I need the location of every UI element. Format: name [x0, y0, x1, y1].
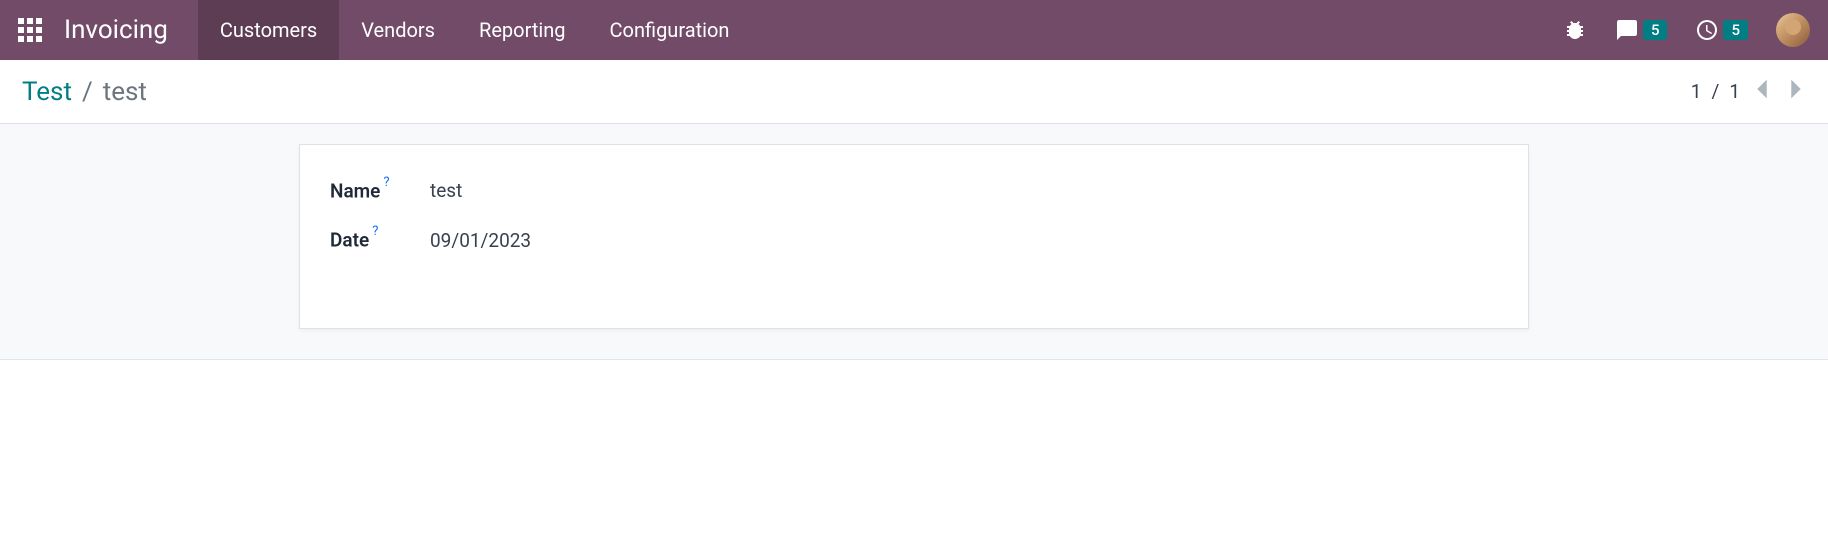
breadcrumb: Test / test	[22, 77, 147, 107]
pager-next-icon[interactable]	[1784, 74, 1808, 109]
activities-badge: 5	[1723, 20, 1748, 40]
menu-vendors[interactable]: Vendors	[339, 0, 457, 60]
nav-right: 5 5	[1563, 13, 1810, 47]
content-area: Name? test Date? 09/01/2023	[0, 124, 1828, 360]
pager-prev-icon[interactable]	[1750, 74, 1774, 109]
date-label-text: Date	[330, 229, 369, 252]
field-row-date: Date? 09/01/2023	[330, 228, 1498, 251]
user-avatar[interactable]	[1776, 13, 1810, 47]
messages-icon[interactable]: 5	[1615, 18, 1668, 42]
main-menu: Customers Vendors Reporting Configuratio…	[198, 0, 752, 60]
apps-icon[interactable]	[18, 18, 42, 42]
menu-reporting[interactable]: Reporting	[457, 0, 588, 60]
pager-sep: /	[1711, 80, 1719, 103]
date-value[interactable]: 09/01/2023	[430, 229, 531, 252]
help-icon[interactable]: ?	[383, 175, 389, 190]
activities-icon[interactable]: 5	[1695, 18, 1748, 42]
form-sheet: Name? test Date? 09/01/2023	[299, 144, 1529, 329]
messages-badge: 5	[1643, 20, 1668, 40]
top-navbar: Invoicing Customers Vendors Reporting Co…	[0, 0, 1828, 60]
app-brand[interactable]: Invoicing	[64, 15, 168, 45]
help-icon[interactable]: ?	[372, 224, 378, 239]
breadcrumb-parent[interactable]: Test	[22, 77, 72, 107]
menu-configuration[interactable]: Configuration	[588, 0, 752, 60]
breadcrumb-current: test	[103, 77, 147, 107]
control-bar: Test / test 1 / 1	[0, 60, 1828, 124]
name-label: Name?	[330, 179, 430, 202]
debug-icon[interactable]	[1563, 18, 1587, 42]
date-label: Date?	[330, 228, 430, 251]
field-row-name: Name? test	[330, 179, 1498, 202]
pager: 1 / 1	[1691, 74, 1808, 109]
pager-total: 1	[1729, 80, 1740, 103]
name-label-text: Name	[330, 179, 380, 202]
menu-customers[interactable]: Customers	[198, 0, 339, 60]
breadcrumb-separator: /	[82, 77, 93, 107]
pager-current[interactable]: 1	[1691, 80, 1702, 103]
name-value[interactable]: test	[430, 179, 462, 202]
